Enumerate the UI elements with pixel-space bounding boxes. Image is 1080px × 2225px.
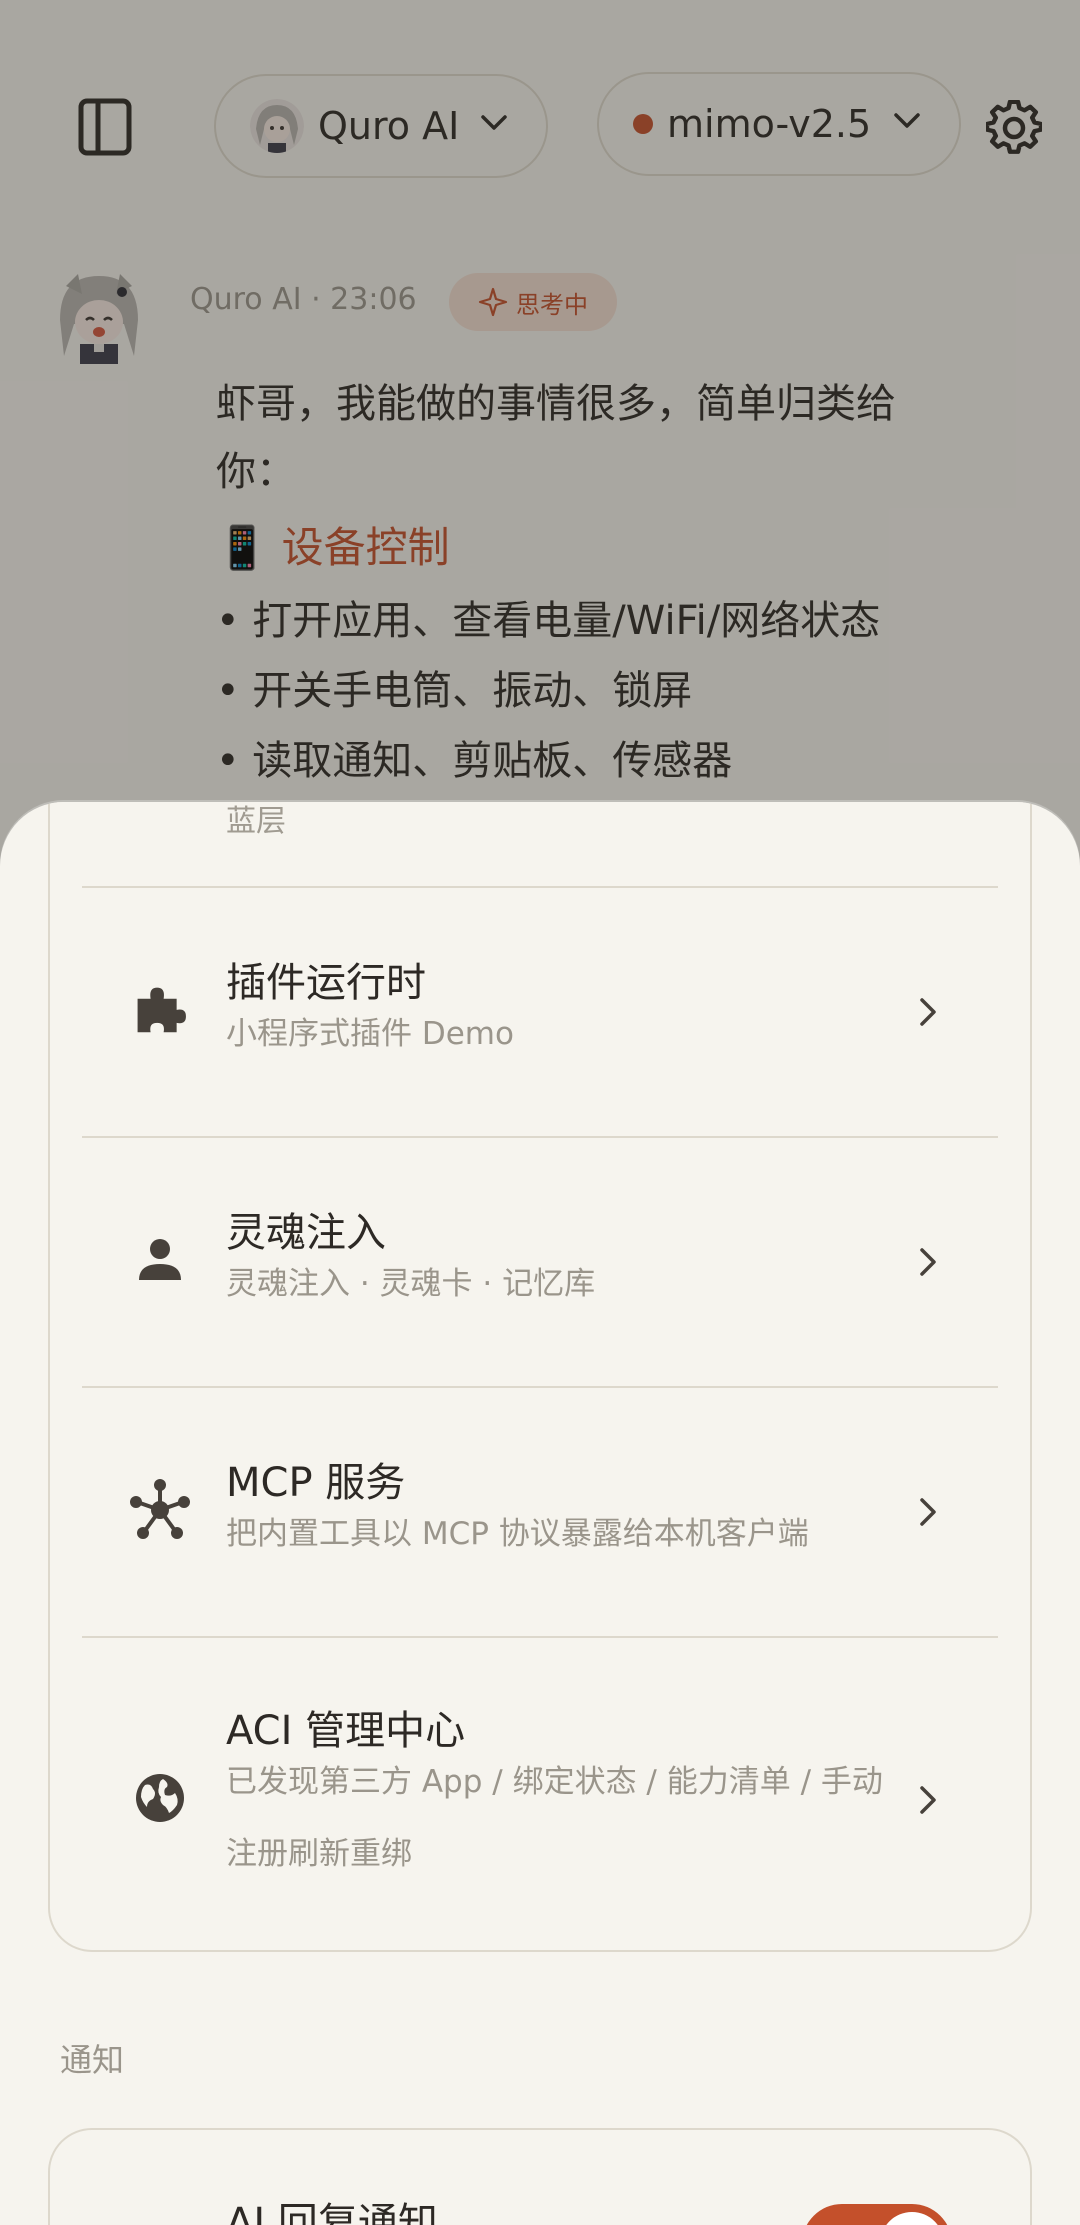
puzzle-icon (128, 978, 192, 1042)
globe-icon (128, 1766, 192, 1830)
settings-item-ai-reply-notification[interactable]: AI 回复通知 (48, 2128, 1032, 2225)
clipped-subtitle: 蓝层 (226, 804, 286, 839)
settings-item-subtitle: 灵魂注入 · 灵魂卡 · 记忆库 (226, 1266, 596, 1302)
chevron-right-icon (920, 1248, 936, 1276)
settings-item-mcp-service[interactable]: MCP 服务 把内置工具以 MCP 协议暴露给本机客户端 (0, 1388, 1080, 1636)
settings-item-title: AI 回复通知 (226, 2200, 438, 2225)
chevron-right-icon (920, 998, 936, 1026)
settings-bottom-sheet: 蓝层 插件运行时 小程序式插件 Demo 灵魂注入 灵魂注入 · 灵魂卡 · 记… (0, 802, 1080, 2225)
settings-item-subtitle: 把内置工具以 MCP 协议暴露给本机客户端 (226, 1516, 809, 1552)
settings-item-plugin-runtime[interactable]: 插件运行时 小程序式插件 Demo (0, 888, 1080, 1136)
toggle-knob (880, 2212, 944, 2225)
ai-reply-notification-toggle[interactable] (802, 2204, 952, 2225)
chevron-right-icon (920, 1786, 936, 1814)
section-label-notifications: 通知 (60, 2041, 125, 2079)
settings-item-aci-center[interactable]: ACI 管理中心 已发现第三方 App / 绑定状态 / 能力清单 / 手动注册… (0, 1638, 1080, 1948)
hub-icon (128, 1478, 192, 1542)
person-icon (128, 1228, 192, 1292)
settings-item-subtitle: 小程序式插件 Demo (226, 1016, 514, 1052)
settings-item-soul-injection[interactable]: 灵魂注入 灵魂注入 · 灵魂卡 · 记忆库 (0, 1138, 1080, 1386)
settings-item-subtitle: 已发现第三方 App / 绑定状态 / 能力清单 / 手动注册刷新重绑 (226, 1764, 883, 1872)
chevron-right-icon (920, 1498, 936, 1526)
